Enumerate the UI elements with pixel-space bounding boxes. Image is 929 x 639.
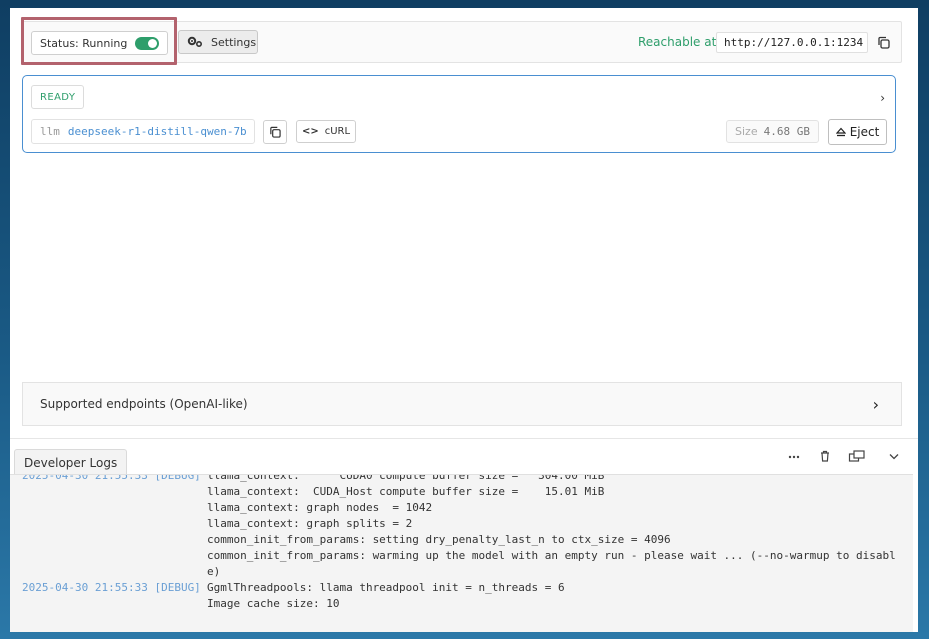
logs-header: [10, 438, 918, 474]
copy-url-icon[interactable]: [877, 36, 890, 49]
size-value: 4.68 GB: [763, 125, 810, 138]
model-name: deepseek-r1-distill-qwen-7b: [67, 125, 247, 138]
model-prefix: llm: [40, 125, 60, 138]
status-label: Status: Running: [40, 36, 128, 50]
loaded-model-card[interactable]: READY › llm deepseek-r1-distill-qwen-7b …: [22, 75, 896, 153]
eject-button[interactable]: Eject: [828, 119, 887, 145]
ready-badge: READY: [31, 85, 85, 109]
chevron-right-icon[interactable]: ›: [873, 395, 879, 414]
log-output[interactable]: 2025-04-30 21:55:33 [DEBUG] llama_context…: [10, 474, 913, 632]
curl-button[interactable]: <> cURL: [296, 120, 356, 143]
chevron-down-icon[interactable]: [887, 448, 901, 464]
model-identifier[interactable]: llm deepseek-r1-distill-qwen-7b: [31, 119, 255, 144]
reachable-label: Reachable at:: [638, 35, 721, 49]
server-window: Status: Running Settings Reachable at: h…: [10, 8, 918, 632]
size-label: Size: [735, 125, 758, 138]
copy-model-button[interactable]: [263, 120, 287, 144]
more-options-icon[interactable]: [787, 448, 801, 464]
curl-label: cURL: [324, 126, 351, 137]
supported-endpoints-row[interactable]: Supported endpoints (OpenAI-like) ›: [22, 382, 902, 426]
settings-button[interactable]: Settings: [178, 30, 258, 54]
eject-icon: [835, 127, 846, 137]
endpoints-label: Supported endpoints (OpenAI-like): [40, 397, 248, 411]
status-toggle-switch[interactable]: [135, 37, 159, 50]
developer-logs-tab[interactable]: Developer Logs: [14, 449, 128, 475]
reachable-url[interactable]: http://127.0.0.1:1234: [716, 32, 868, 53]
eject-label: Eject: [849, 125, 880, 139]
log-line: 2025-04-30 21:55:33 [DEBUG] GgmlThreadpoo…: [22, 581, 565, 594]
chevron-right-icon[interactable]: ›: [880, 91, 885, 105]
model-size: Size 4.68 GB: [726, 120, 819, 143]
copy-icon: [270, 126, 281, 138]
popout-window-icon[interactable]: [848, 448, 866, 464]
gears-icon: [187, 36, 203, 48]
settings-label: Settings: [211, 35, 257, 49]
log-line: 2025-04-30 21:55:33 [DEBUG] llama_context…: [22, 474, 605, 482]
trash-icon[interactable]: [818, 448, 832, 464]
code-brackets-icon: <>: [301, 126, 319, 137]
status-toggle-control[interactable]: Status: Running: [31, 31, 168, 55]
